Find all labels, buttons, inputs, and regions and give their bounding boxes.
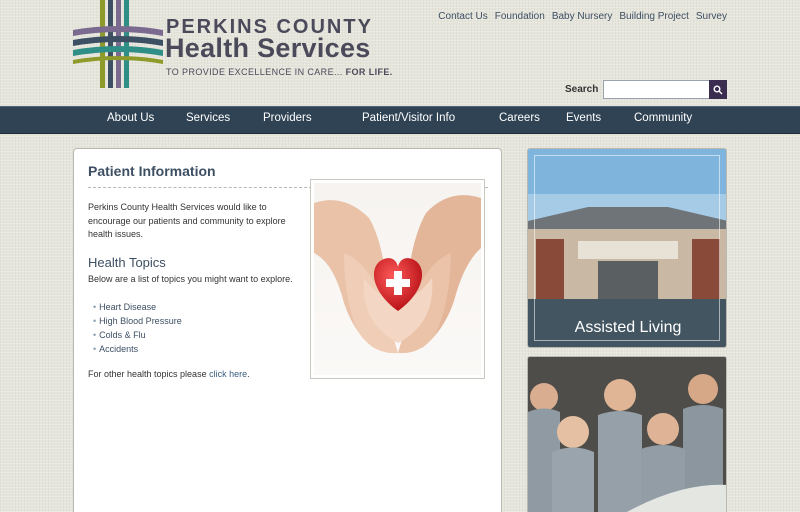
logo-title-line2: Health Services bbox=[165, 33, 371, 63]
assisted-living-label: Assisted Living bbox=[574, 319, 682, 336]
health-topics-subtitle: Below are a list of topics you might wan… bbox=[88, 274, 293, 284]
nav-careers[interactable]: Careers bbox=[499, 112, 540, 124]
hands-heart-icon bbox=[314, 195, 481, 354]
nav-events[interactable]: Events bbox=[566, 112, 601, 124]
topic-accidents[interactable]: • Accidents bbox=[93, 342, 182, 356]
search-label: Search bbox=[565, 84, 599, 95]
search-input[interactable] bbox=[603, 80, 710, 99]
bullet-icon: • bbox=[93, 316, 97, 326]
staff-photo-card[interactable] bbox=[527, 356, 727, 512]
nav-services[interactable]: Services bbox=[186, 112, 230, 124]
nav-patient-visitor-info[interactable]: Patient/Visitor Info bbox=[362, 112, 455, 124]
toplink-baby-nursery[interactable]: Baby Nursery bbox=[552, 11, 613, 22]
assisted-living-card[interactable]: Assisted Living bbox=[527, 148, 727, 348]
health-topics-list: • Heart Disease • High Blood Pressure • Col… bbox=[93, 300, 182, 356]
topic-heart-disease[interactable]: • Heart Disease bbox=[93, 300, 182, 314]
search-icon bbox=[713, 85, 723, 94]
staff-photo bbox=[528, 357, 726, 512]
nav-community[interactable]: Community bbox=[634, 112, 692, 124]
other-topics-text: For other health topics please click her… bbox=[88, 369, 250, 379]
search-button[interactable] bbox=[709, 80, 727, 99]
page-title: Patient Information bbox=[88, 163, 216, 179]
bullet-icon: • bbox=[93, 330, 97, 340]
logo-tagline: TO PROVIDE EXCELLENCE IN CARE... FOR LIF… bbox=[166, 67, 393, 77]
logo-mark-icon bbox=[73, 0, 163, 88]
toplink-foundation[interactable]: Foundation bbox=[495, 11, 545, 22]
intro-text: Perkins County Health Services would lik… bbox=[88, 202, 286, 239]
hands-heart-photo bbox=[310, 179, 485, 379]
toplink-contact-us[interactable]: Contact Us bbox=[438, 11, 487, 22]
click-here-link[interactable]: click here bbox=[209, 369, 247, 379]
content-panel: Patient Information Perkins County Healt… bbox=[73, 148, 502, 512]
card-frame bbox=[534, 155, 720, 341]
toplink-survey[interactable]: Survey bbox=[696, 11, 727, 22]
nav-about-us[interactable]: About Us bbox=[107, 112, 154, 124]
bullet-icon: • bbox=[93, 302, 97, 312]
bullet-icon: • bbox=[93, 344, 97, 354]
health-topics-heading: Health Topics bbox=[88, 255, 166, 270]
toplink-building-project[interactable]: Building Project bbox=[619, 11, 688, 22]
main-navigation: About Us Services Providers Patient/Visi… bbox=[0, 106, 800, 134]
utility-links: Contact Us Foundation Baby Nursery Build… bbox=[438, 11, 727, 22]
site-logo[interactable]: PERKINS COUNTY Health Services TO PROVID… bbox=[73, 0, 392, 88]
topic-high-blood-pressure[interactable]: • High Blood Pressure bbox=[93, 314, 182, 328]
nav-providers[interactable]: Providers bbox=[263, 112, 312, 124]
topic-colds-flu[interactable]: • Colds & Flu bbox=[93, 328, 182, 342]
